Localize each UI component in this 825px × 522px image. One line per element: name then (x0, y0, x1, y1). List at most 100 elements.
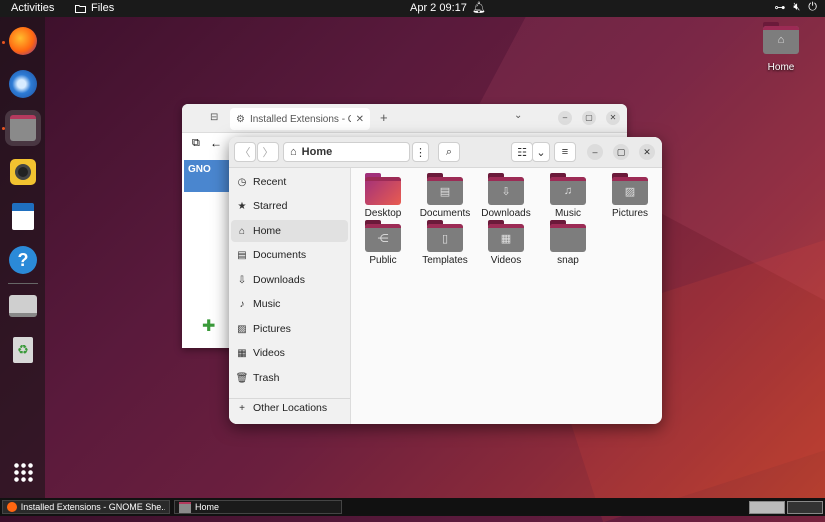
dock-files[interactable] (5, 110, 41, 146)
folder-label: Documents (419, 208, 471, 219)
app-grid-icon (13, 462, 33, 482)
browser-tab-title: Installed Extensions - GN (249, 113, 351, 125)
power-icon: ⏻ (808, 1, 817, 13)
taskbar-item-label: Installed Extensions - GNOME She... (20, 502, 165, 512)
snap-folder-icon (550, 220, 586, 252)
folder-templates[interactable]: ▯ Templates (417, 220, 473, 266)
trash-icon: ♻ (13, 337, 33, 363)
dock-firefox[interactable] (5, 23, 41, 59)
folder-label: Videos (490, 255, 522, 266)
tab-overview-icon[interactable]: ⊟ (210, 112, 218, 123)
close-tab-icon[interactable]: ✕ (356, 114, 364, 125)
help-icon: ? (9, 246, 37, 274)
files-sidebar: ◷ Recent ★ Starred ⌂ Home ▤ Documents ⇩ … (229, 168, 351, 424)
dock-writer[interactable] (5, 198, 41, 234)
firefox-icon (9, 27, 37, 55)
document-icon: ▤ (237, 249, 247, 261)
pictures-folder-icon: ▨ (612, 173, 648, 205)
folder-label: Desktop (364, 208, 402, 219)
home-folder-icon: ⌂ (763, 22, 799, 54)
folder-downloads[interactable]: ⇩ Downloads (478, 173, 534, 219)
plus-icon: + (239, 402, 245, 414)
folder-label: Public (369, 255, 397, 266)
main-menu-button[interactable]: ≡ (554, 142, 576, 162)
download-icon: ⇩ (237, 274, 247, 286)
show-apps-button[interactable] (5, 454, 41, 490)
dock-help[interactable]: ? (5, 242, 41, 278)
path-bar[interactable]: ⌂ Home (283, 142, 410, 162)
banner-text: GNO (188, 164, 211, 175)
back-button[interactable]: 〈 (234, 142, 256, 162)
folder-pictures[interactable]: ▨ Pictures (602, 173, 658, 219)
taskbar: Installed Extensions - GNOME She... Home (0, 498, 825, 516)
view-options-chevron-icon[interactable]: ⌄ (532, 142, 550, 162)
sidebar-item-label: Documents (253, 249, 307, 261)
dock-thunderbird[interactable] (5, 66, 41, 102)
folder-desktop[interactable]: Desktop (355, 173, 411, 219)
path-menu-button[interactable]: ⋮ (412, 142, 429, 162)
drive-icon (9, 295, 37, 317)
chevron-down-icon[interactable]: ⌄ (514, 110, 522, 121)
videos-folder-icon: ▦ (488, 220, 524, 252)
files-window[interactable]: 〈 〉 ⌂ Home ⋮ ⌕ ☷ ⌄ ≡ – ▢ ✕ ◷ Recent ★ St… (229, 137, 662, 424)
trash-icon: 🗑︎ (235, 372, 249, 384)
browser-tab-bar: ⊟ ⚙︎ Installed Extensions - GN ✕ + ⌄ – ▢… (182, 104, 627, 133)
extensions-icon[interactable]: ⧉ (192, 137, 200, 150)
close-button[interactable]: ✕ (639, 144, 655, 160)
clock-icon: ◷ (237, 176, 247, 188)
sidebar-item-downloads[interactable]: ⇩ Downloads (231, 269, 348, 291)
documents-folder-icon: ▤ (427, 173, 463, 205)
folder-videos[interactable]: ▦ Videos (478, 220, 534, 266)
minimize-button[interactable]: – (558, 111, 572, 125)
sidebar-item-pictures[interactable]: ▨ Pictures (231, 318, 348, 340)
maximize-button[interactable]: ▢ (613, 144, 629, 160)
dock-drive[interactable] (5, 288, 41, 324)
view-list-button[interactable]: ☷ (511, 142, 533, 162)
sidebar-item-videos[interactable]: ▦ Videos (231, 342, 348, 364)
folder-public[interactable]: ⋲ Public (355, 220, 411, 266)
app-menu[interactable]: Files (75, 2, 114, 14)
folder-documents[interactable]: ▤ Documents (417, 173, 473, 219)
workspace-1[interactable] (749, 501, 785, 514)
folder-snap[interactable]: snap (540, 220, 596, 266)
maximize-button[interactable]: ▢ (582, 111, 596, 125)
system-tray[interactable]: ⊶ 🔇︎ ⏻ (774, 1, 817, 14)
taskbar-item-files[interactable]: Home (174, 500, 342, 514)
folder-music[interactable]: ♫ Music (540, 173, 596, 219)
top-bar: Activities Files Apr 2 09:17 🔔︎ ⊶ 🔇︎ ⏻ (0, 0, 825, 17)
folder-icon (75, 4, 86, 13)
sidebar-item-starred[interactable]: ★ Starred (231, 195, 348, 217)
sidebar-item-music[interactable]: ♪ Music (231, 293, 348, 315)
back-button[interactable]: ← (210, 136, 222, 150)
clock[interactable]: Apr 2 09:17 (410, 2, 467, 14)
sidebar-item-trash[interactable]: 🗑︎ Trash (231, 367, 348, 389)
sidebar-item-label: Pictures (253, 323, 291, 335)
gnome-favicon-icon: ⚙︎ (236, 113, 245, 125)
close-button[interactable]: ✕ (606, 111, 620, 125)
music-icon: ♪ (239, 298, 245, 310)
sidebar-item-recent[interactable]: ◷ Recent (231, 171, 348, 193)
desktop-home-icon[interactable]: ⌂ Home (757, 22, 805, 73)
search-button[interactable]: ⌕ (438, 142, 460, 162)
dock-rhythmbox[interactable] (5, 154, 41, 190)
music-folder-icon: ♫ (550, 173, 586, 205)
minimize-button[interactable]: – (587, 144, 603, 160)
sidebar-item-label: Home (253, 225, 282, 237)
picture-icon: ▨ (237, 323, 247, 335)
taskbar-item-label: Home (195, 502, 220, 512)
taskbar-item-browser[interactable]: Installed Extensions - GNOME She... (2, 500, 170, 514)
sidebar-item-documents[interactable]: ▤ Documents (231, 244, 348, 266)
thunderbird-icon (9, 70, 37, 98)
new-tab-button[interactable]: + (380, 110, 388, 125)
app-name: Files (91, 2, 115, 14)
browser-tab[interactable]: ⚙︎ Installed Extensions - GN ✕ (230, 108, 370, 130)
dock-trash[interactable]: ♻ (5, 332, 41, 368)
sidebar-item-home[interactable]: ⌂ Home (231, 220, 348, 242)
star-icon: ★ (237, 200, 247, 212)
templates-folder-icon: ▯ (427, 220, 463, 252)
sidebar-item-other-locations[interactable]: + Other Locations (231, 397, 348, 419)
sidebar-item-label: Other Locations (253, 402, 328, 414)
forward-button[interactable]: 〉 (257, 142, 279, 162)
activities-button[interactable]: Activities (11, 2, 54, 14)
workspace-2[interactable] (787, 501, 823, 514)
